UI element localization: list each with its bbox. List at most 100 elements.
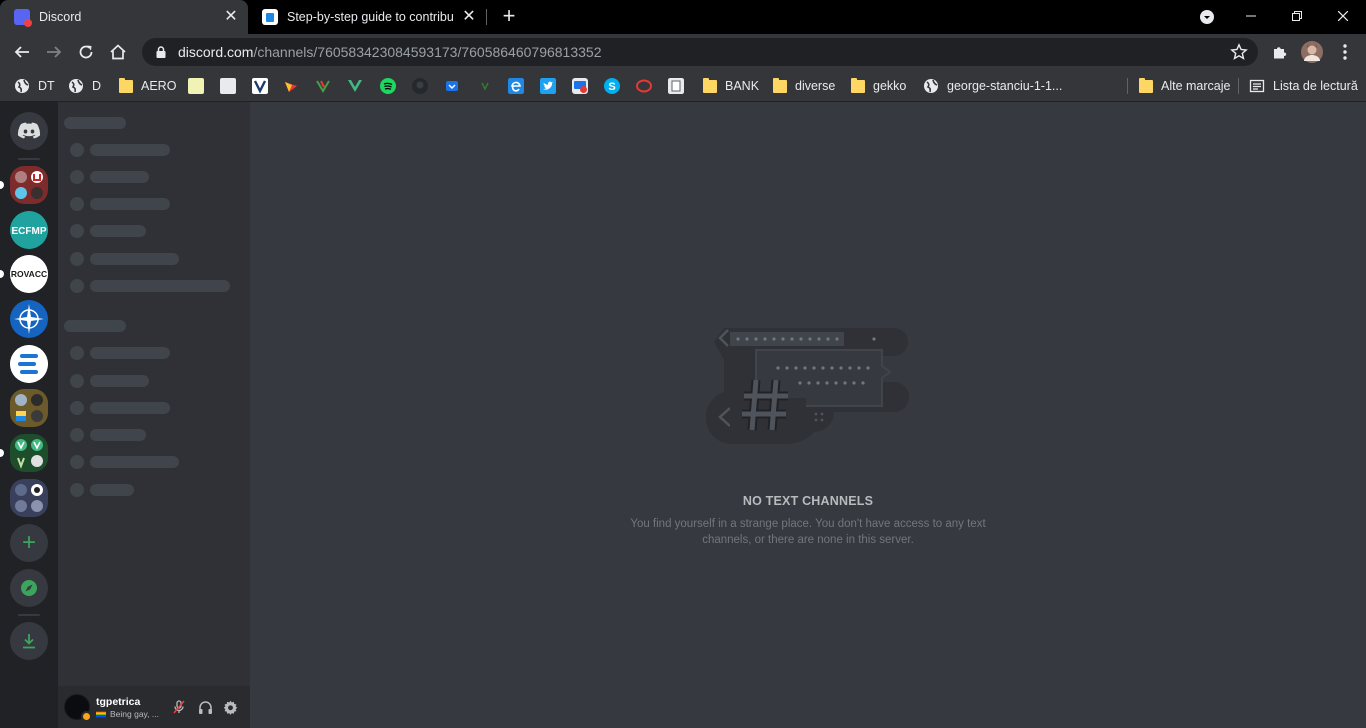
forward-button[interactable] <box>40 38 68 66</box>
skeleton-channel <box>90 347 170 359</box>
browser-tab-strip: Discord ✕ Step-by-step guide to contribu… <box>0 0 1366 34</box>
download-apps-button[interactable] <box>10 622 48 660</box>
guide-favicon-icon <box>262 9 278 25</box>
plus-icon: + <box>21 529 36 556</box>
tab-guide[interactable]: Step-by-step guide to contributing ✕ <box>248 0 486 34</box>
reload-icon <box>79 45 93 59</box>
new-tab-button[interactable]: + <box>497 5 521 29</box>
bookmark-site-1[interactable] <box>188 76 204 96</box>
server-folder-1[interactable] <box>10 166 48 204</box>
skeleton-icon <box>70 143 84 157</box>
bookmark-george-stanciu[interactable]: george-stanciu-1-1... <box>923 76 1062 96</box>
reading-list-button[interactable]: Lista de lectură <box>1249 76 1358 96</box>
browser-toolbar: discord.com/channels/760583423084593173/… <box>0 34 1366 70</box>
skeleton-channel <box>90 375 149 387</box>
server-list: ECFMP ROVACC + <box>0 102 58 728</box>
deafen-button[interactable] <box>196 698 214 716</box>
server-folder-2[interactable] <box>10 389 48 427</box>
server-folder-icon <box>15 394 43 422</box>
bookmark-site-8[interactable] <box>668 76 684 96</box>
bookmark-dt[interactable]: DT <box>14 76 55 96</box>
home-button[interactable] <box>104 38 132 66</box>
site-icon <box>481 82 489 91</box>
bookmark-label: D <box>92 79 102 93</box>
ecfmp-server-icon: ECFMP <box>10 211 48 249</box>
bookmarks-separator <box>1127 78 1128 94</box>
bookmark-d[interactable]: D <box>68 76 101 96</box>
close-window-button[interactable] <box>1320 0 1366 34</box>
extensions-button[interactable] <box>1268 40 1292 64</box>
globe-icon <box>69 79 83 93</box>
lock-icon[interactable] <box>154 45 168 59</box>
bookmark-site-3[interactable] <box>252 76 268 96</box>
bookmark-star-icon[interactable] <box>1230 43 1248 61</box>
bookmark-site-4[interactable] <box>283 76 299 96</box>
bookmark-folder-gekko[interactable]: gekko <box>851 76 906 96</box>
bookmark-skype[interactable]: S <box>604 76 620 96</box>
url-text: discord.com/channels/760583423084593173/… <box>178 44 601 60</box>
home-button[interactable] <box>10 112 48 150</box>
bookmark-twitter[interactable] <box>540 76 556 96</box>
server-folder-3[interactable] <box>10 434 48 472</box>
server-folder-4[interactable] <box>10 479 48 517</box>
custom-status: Being gay, ... <box>96 709 159 719</box>
twitter-icon <box>540 78 556 94</box>
bookmark-github[interactable] <box>412 76 428 96</box>
skeleton-channel <box>90 253 179 265</box>
server-ecfmp[interactable]: ECFMP <box>10 211 48 249</box>
bookmarks-separator <box>1238 78 1239 94</box>
minimize-button[interactable] <box>1228 0 1274 34</box>
opera-icon <box>636 79 652 93</box>
bookmark-site-5[interactable] <box>315 76 331 96</box>
bookmark-site-6[interactable] <box>477 76 493 96</box>
skeleton-channel <box>90 429 146 441</box>
restore-icon <box>1292 11 1302 21</box>
bookmark-folder-diverse[interactable]: diverse <box>773 76 835 96</box>
add-server-button[interactable]: + <box>10 524 48 562</box>
chevron-down-circle-icon <box>1200 10 1214 24</box>
unread-pill <box>0 449 4 457</box>
server-nato[interactable] <box>10 300 48 338</box>
bookmark-edge[interactable] <box>508 76 524 96</box>
server-e[interactable] <box>10 345 48 383</box>
chrome-menu-button[interactable] <box>1333 40 1357 64</box>
bookmark-site-2[interactable] <box>220 76 236 96</box>
profile-photo-icon <box>1301 41 1323 63</box>
address-bar[interactable]: discord.com/channels/760583423084593173/… <box>142 38 1258 66</box>
edge-icon <box>508 78 524 94</box>
profile-avatar[interactable] <box>1300 40 1324 64</box>
skype-icon: S <box>604 78 620 94</box>
bookmark-site-7[interactable] <box>572 76 588 96</box>
bookmark-label: george-stanciu-1-1... <box>947 79 1063 93</box>
username[interactable]: tgpetrica <box>96 696 140 708</box>
bookmark-opera[interactable] <box>636 76 652 96</box>
restore-button[interactable] <box>1274 0 1320 34</box>
idle-status-icon <box>81 711 92 722</box>
user-settings-button[interactable] <box>221 698 239 716</box>
kebab-menu-icon <box>1343 44 1347 60</box>
bookmark-folder-bank[interactable]: BANK <box>703 76 759 96</box>
bookmark-label: Lista de lectură <box>1273 79 1358 93</box>
user-avatar[interactable] <box>64 694 92 722</box>
back-button[interactable] <box>8 38 36 66</box>
other-bookmarks-folder[interactable]: Alte marcaje <box>1139 76 1230 96</box>
site-icon <box>572 78 588 94</box>
server-folder-icon <box>15 439 43 469</box>
bookmark-vue[interactable] <box>347 76 363 96</box>
skeleton-icon <box>70 279 84 293</box>
tab-search-button[interactable] <box>1184 0 1230 34</box>
server-rovacc[interactable]: ROVACC <box>10 255 48 293</box>
reload-button[interactable] <box>72 38 100 66</box>
tab-close-icon[interactable]: ✕ <box>222 8 240 26</box>
explore-servers-button[interactable] <box>10 569 48 607</box>
discord-app: ECFMP ROVACC + tgpetrica Being gay, ... … <box>0 102 1366 728</box>
bookmark-spotify[interactable] <box>380 76 396 96</box>
tab-discord[interactable]: Discord ✕ <box>0 0 248 34</box>
url-host: discord.com <box>178 44 254 60</box>
minimize-icon <box>1246 15 1256 17</box>
globe-icon <box>15 79 29 93</box>
tab-close-icon[interactable]: ✕ <box>460 8 478 26</box>
mute-button[interactable] <box>170 698 188 716</box>
bookmark-pocket[interactable] <box>444 76 460 96</box>
bookmark-folder-aero[interactable]: AERO <box>119 76 176 96</box>
